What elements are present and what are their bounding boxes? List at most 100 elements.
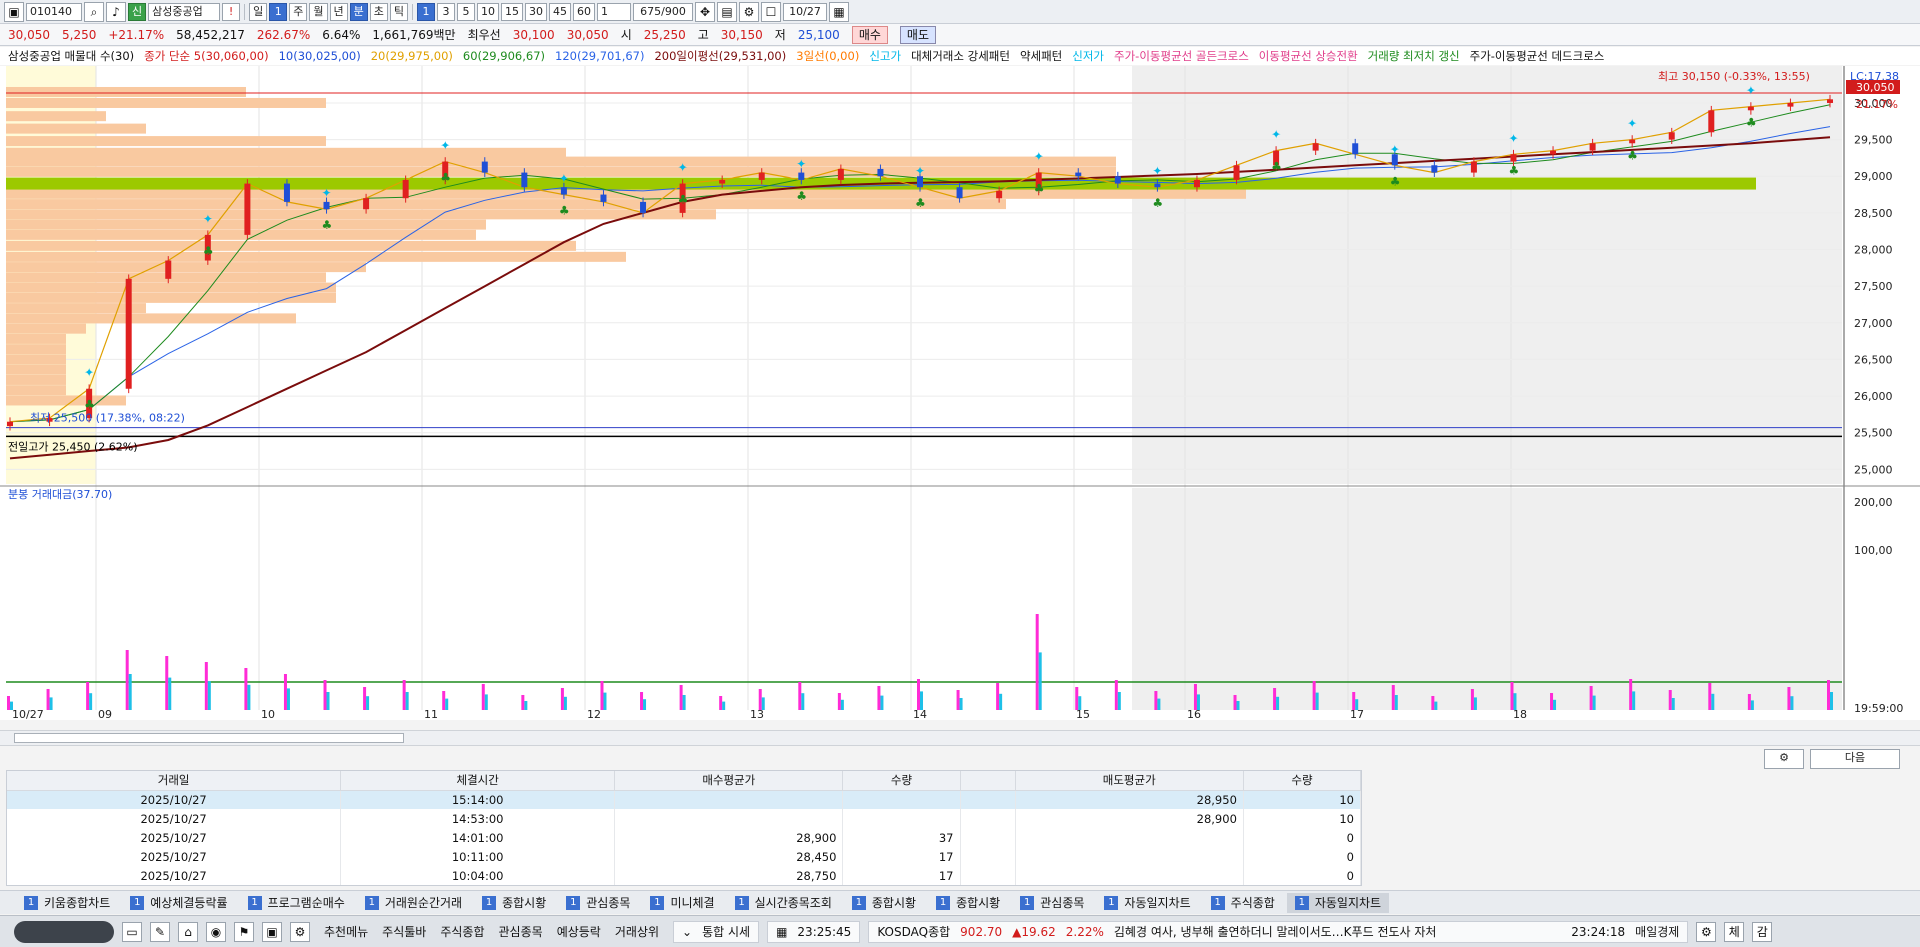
bar-count-field[interactable]: 675/900 bbox=[633, 2, 693, 21]
period-week-button[interactable]: 주 bbox=[289, 2, 308, 21]
news-headline[interactable]: 김혜경 여사, 냉부해 출연하더니 말레이서도…K푸드 전도사 자처 bbox=[1114, 923, 1561, 940]
minute-10-button[interactable]: 10 bbox=[477, 2, 499, 21]
date-field[interactable]: 10/27 bbox=[783, 2, 827, 21]
window-tab[interactable]: 1 주식종합 bbox=[1203, 893, 1283, 913]
settings-badge[interactable]: 체 bbox=[1724, 921, 1745, 942]
gear-icon[interactable]: ⚙ bbox=[739, 1, 759, 22]
lock-icon[interactable]: ⌂ bbox=[178, 921, 198, 942]
period-second-button[interactable]: 초 bbox=[369, 2, 388, 21]
camera-icon[interactable]: ◉ bbox=[206, 921, 226, 942]
monitor-badge[interactable]: 감 bbox=[1752, 921, 1773, 942]
crosshair-icon[interactable]: ✥ bbox=[695, 1, 715, 22]
legend-item[interactable]: 10(30,025,00) bbox=[279, 49, 361, 63]
next-button[interactable]: 다음 bbox=[1810, 749, 1900, 769]
calendar-icon[interactable]: ▦ bbox=[829, 1, 849, 22]
integrated-quote[interactable]: ⌄ 통합 시세 bbox=[673, 920, 760, 943]
legend-item[interactable]: 120(29,701,67) bbox=[555, 49, 644, 63]
quick-menu-item[interactable]: 거래상위 bbox=[609, 923, 665, 940]
column-header[interactable]: 매도평균가 bbox=[1015, 771, 1244, 791]
column-header[interactable] bbox=[960, 771, 1016, 791]
monitor-icon[interactable]: ▣ bbox=[262, 921, 282, 942]
minute-15-button[interactable]: 15 bbox=[501, 2, 523, 21]
window-tab[interactable]: 1 실시간종목조회 bbox=[727, 893, 840, 913]
price-chart[interactable]: 10/27 09 10 11 12 13 14 15 16 17 18 30,000 29,500 29,… bbox=[0, 66, 1920, 720]
table-row[interactable]: 2025/10/27 14:53:00 28,900 10 bbox=[7, 809, 1362, 828]
minute-3-button[interactable]: 3 bbox=[437, 2, 455, 21]
window-tab[interactable]: 1 프로그램순매수 bbox=[240, 893, 353, 913]
gear-icon[interactable]: ⚙ bbox=[1696, 921, 1717, 942]
period-count-select[interactable]: 1 bbox=[269, 2, 288, 21]
window-tab[interactable]: 1 관심종목 bbox=[1012, 893, 1092, 913]
minute-30-button[interactable]: 30 bbox=[525, 2, 547, 21]
folder-icon[interactable]: ▭ bbox=[122, 921, 142, 942]
legend-item[interactable]: 3일선(0,00) bbox=[796, 48, 859, 64]
legend-item[interactable]: 신고가 bbox=[869, 48, 901, 64]
column-header[interactable]: 매수평균가 bbox=[614, 771, 844, 791]
market-ticker[interactable]: KOSDAQ종합 902.70 ▲19.62 2.22% 김혜경 여사, 냉부해… bbox=[868, 920, 1689, 943]
settings-icon[interactable]: ⚙ bbox=[1764, 749, 1804, 769]
window-tab[interactable]: 1 종합시황 bbox=[844, 893, 924, 913]
flag-icon[interactable]: ⚑ bbox=[234, 921, 254, 942]
window-icon[interactable]: ▣ bbox=[4, 1, 24, 22]
sound-icon[interactable]: ♪ bbox=[106, 1, 126, 22]
search-pill[interactable] bbox=[14, 920, 114, 943]
legend-item[interactable]: 이동평균선 상승전환 bbox=[1259, 48, 1358, 64]
quick-menu-item[interactable]: 관심종목 bbox=[493, 923, 549, 940]
legend-item[interactable]: 200일이평선(29,531,00) bbox=[654, 48, 786, 64]
gear-icon[interactable]: ⚙ bbox=[290, 921, 310, 942]
table-row[interactable]: 2025/10/27 15:14:00 28,950 10 bbox=[7, 790, 1362, 809]
legend-item[interactable]: 60(29,906,67) bbox=[463, 49, 545, 63]
interval-select[interactable]: 1 bbox=[597, 2, 631, 21]
sell-button[interactable]: 매도 bbox=[899, 25, 937, 44]
window-tab[interactable]: 1 미니체결 bbox=[642, 893, 722, 913]
quick-menu-item[interactable]: 주식툴바 bbox=[376, 923, 432, 940]
window-tab[interactable]: 1 키움종합차트 bbox=[16, 893, 118, 913]
column-header[interactable]: 수량 bbox=[842, 771, 961, 791]
table-row[interactable]: 2025/10/27 14:01:00 28,900 37 0 bbox=[7, 828, 1362, 847]
stock-name-field[interactable]: 삼성중공업 bbox=[148, 2, 221, 21]
buy-button[interactable]: 매수 bbox=[851, 25, 888, 44]
legend-item[interactable]: 약세패턴 bbox=[1020, 48, 1062, 64]
legend-item[interactable]: 삼성중공업 매물대 수(30) bbox=[8, 48, 134, 64]
save-icon[interactable]: ▤ bbox=[717, 1, 737, 22]
minute-60-button[interactable]: 60 bbox=[573, 2, 595, 21]
stock-code-input[interactable]: 010140 bbox=[26, 2, 82, 21]
legend-item[interactable]: 신저가 bbox=[1072, 48, 1104, 64]
minute-5-button[interactable]: 5 bbox=[457, 2, 475, 21]
brush-icon[interactable]: ✎ bbox=[150, 921, 170, 942]
table-row[interactable]: 2025/10/27 10:04:00 28,750 17 0 bbox=[7, 866, 1362, 885]
window-tab[interactable]: 1 종합시황 bbox=[474, 893, 554, 913]
window-tab[interactable]: 1 관심종목 bbox=[558, 893, 638, 913]
window-tab[interactable]: 1 거래원순간거래 bbox=[357, 893, 470, 913]
column-header[interactable]: 거래일 bbox=[7, 771, 342, 791]
chart-scrollbar[interactable] bbox=[0, 730, 1920, 746]
legend-item[interactable]: 종가 단순 5(30,060,00) bbox=[144, 48, 268, 64]
period-year-button[interactable]: 년 bbox=[329, 2, 348, 21]
legend-item[interactable]: 주가-이동평균선 데드크로스 bbox=[1470, 48, 1605, 64]
minute-45-button[interactable]: 45 bbox=[549, 2, 571, 21]
table-row[interactable]: 2025/10/27 10:11:00 28,450 17 0 bbox=[7, 847, 1362, 866]
window-tab[interactable]: 1 예상체결등락률 bbox=[122, 893, 235, 913]
period-tick-button[interactable]: 틱 bbox=[389, 2, 408, 21]
period-month-button[interactable]: 월 bbox=[309, 2, 328, 21]
quick-menu-item[interactable]: 추천메뉴 bbox=[318, 923, 374, 940]
window-tab[interactable]: 1 종합시황 bbox=[928, 893, 1008, 913]
window-tab[interactable]: 1 자동일지차트 bbox=[1286, 892, 1390, 913]
window-tab[interactable]: 1 자동일지차트 bbox=[1096, 893, 1198, 913]
legend-item[interactable]: 거래량 최저치 갱신 bbox=[1368, 48, 1460, 64]
legend-item[interactable]: 주가-이동평균선 골든크로스 bbox=[1114, 48, 1249, 64]
quick-menu-item[interactable]: 예상등락 bbox=[551, 923, 607, 940]
scrollbar-thumb[interactable] bbox=[14, 733, 404, 743]
quick-menu-item[interactable]: 주식종합 bbox=[434, 923, 490, 940]
column-header[interactable]: 수량 bbox=[1243, 771, 1362, 791]
chart-canvas[interactable]: 10/27 09 10 11 12 13 14 15 16 17 1830,00029,50029,… bbox=[0, 66, 1920, 720]
period-day-button[interactable]: 일 bbox=[249, 2, 268, 21]
column-header[interactable]: 체결시간 bbox=[340, 771, 616, 791]
checkbox-icon[interactable]: ☐ bbox=[761, 1, 781, 22]
period-minute-button[interactable]: 분 bbox=[349, 2, 368, 21]
minute-1-button[interactable]: 1 bbox=[417, 2, 435, 21]
search-icon[interactable]: ⌕ bbox=[84, 1, 104, 22]
legend-item[interactable]: 대체거래소 강세패턴 bbox=[911, 48, 1010, 64]
legend-item[interactable]: 20(29,975,00) bbox=[371, 49, 453, 63]
alert-icon[interactable]: ! bbox=[222, 2, 241, 21]
